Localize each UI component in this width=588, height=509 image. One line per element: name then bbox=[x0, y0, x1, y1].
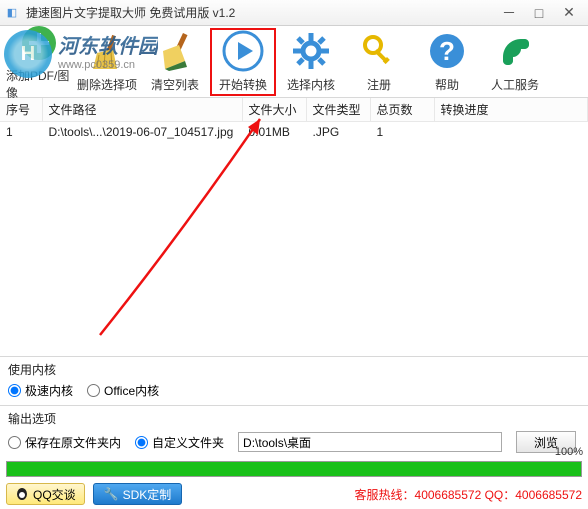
maximize-button[interactable]: □ bbox=[524, 3, 554, 23]
brush-icon bbox=[154, 30, 196, 72]
kernel-fast-radio[interactable] bbox=[8, 384, 21, 397]
kernel-options: 极速内核 Office内核 bbox=[0, 380, 588, 405]
start-convert-button[interactable]: 开始转换 bbox=[210, 28, 276, 96]
cell-path: D:\tools\...\2019-06-07_104517.jpg bbox=[42, 122, 242, 143]
minimize-button[interactable]: － bbox=[494, 3, 524, 23]
play-icon bbox=[222, 30, 264, 72]
cell-progress bbox=[434, 122, 588, 143]
col-size[interactable]: 文件大小 bbox=[242, 98, 306, 122]
clear-button[interactable]: 清空列表 bbox=[142, 28, 208, 96]
broom-icon bbox=[86, 30, 128, 72]
remove-button[interactable]: 删除选择项 bbox=[74, 28, 140, 96]
output-custom-radio[interactable] bbox=[135, 436, 148, 449]
help-button[interactable]: ? 帮助 bbox=[414, 28, 480, 96]
svg-text:?: ? bbox=[439, 36, 455, 66]
output-custom-option[interactable]: 自定义文件夹 bbox=[135, 434, 224, 451]
output-same-radio[interactable] bbox=[8, 436, 21, 449]
app-icon: ◧ bbox=[4, 5, 20, 21]
kernel-fast-option[interactable]: 极速内核 bbox=[8, 382, 73, 399]
add-label: 添加PDF/图像 bbox=[6, 67, 72, 101]
register-button[interactable]: 注册 bbox=[346, 28, 412, 96]
kernel-office-radio[interactable] bbox=[87, 384, 100, 397]
sdk-button[interactable]: 🔧 SDK定制 bbox=[93, 483, 183, 505]
service-button[interactable]: 人工服务 bbox=[482, 28, 548, 96]
start-label: 开始转换 bbox=[219, 76, 267, 93]
window-title: 捷速图片文字提取大师 免费试用版 v1.2 bbox=[26, 4, 494, 21]
col-path[interactable]: 文件路径 bbox=[42, 98, 242, 122]
output-path-input[interactable] bbox=[238, 432, 502, 452]
cell-seq: 1 bbox=[0, 122, 42, 143]
col-progress[interactable]: 转换进度 bbox=[434, 98, 588, 122]
service-label: 人工服务 bbox=[491, 76, 539, 93]
phone-icon bbox=[494, 30, 536, 72]
cell-type: .JPG bbox=[306, 122, 370, 143]
col-pages[interactable]: 总页数 bbox=[370, 98, 434, 122]
qq-icon bbox=[15, 487, 29, 501]
cell-pages: 1 bbox=[370, 122, 434, 143]
wrench-icon: 🔧 bbox=[104, 487, 119, 501]
table-row[interactable]: 1 D:\tools\...\2019-06-07_104517.jpg 0.0… bbox=[0, 122, 588, 143]
add-file-button[interactable]: 添加PDF/图像 bbox=[6, 28, 72, 96]
add-icon bbox=[18, 23, 60, 63]
kernel-office-option[interactable]: Office内核 bbox=[87, 382, 159, 399]
gear-icon bbox=[290, 30, 332, 72]
progress-percent: 100% bbox=[555, 446, 583, 458]
help-icon: ? bbox=[426, 30, 468, 72]
kernel-title: 使用内核 bbox=[0, 356, 588, 380]
select-core-button[interactable]: 选择内核 bbox=[278, 28, 344, 96]
clear-label: 清空列表 bbox=[151, 76, 199, 93]
file-table: 序号 文件路径 文件大小 文件类型 总页数 转换进度 1 D:\tools\..… bbox=[0, 98, 588, 142]
toolbar: 添加PDF/图像 删除选择项 清空列表 开始转换 选择内核 注册 ? 帮助 bbox=[0, 26, 588, 98]
core-label: 选择内核 bbox=[287, 76, 335, 93]
cell-size: 0.01MB bbox=[242, 122, 306, 143]
remove-label: 删除选择项 bbox=[77, 76, 137, 93]
qq-chat-button[interactable]: QQ交谈 bbox=[6, 483, 85, 505]
col-seq[interactable]: 序号 bbox=[0, 98, 42, 122]
output-same-option[interactable]: 保存在原文件夹内 bbox=[8, 434, 121, 451]
footer: QQ交谈 🔧 SDK定制 客服热线：4006685572 QQ：40066855… bbox=[0, 479, 588, 509]
file-table-wrap[interactable]: 序号 文件路径 文件大小 文件类型 总页数 转换进度 1 D:\tools\..… bbox=[0, 98, 588, 356]
register-label: 注册 bbox=[367, 76, 391, 93]
progress-bar: 100% bbox=[6, 461, 582, 477]
output-options: 保存在原文件夹内 自定义文件夹 浏览 bbox=[0, 429, 588, 459]
output-title: 输出选项 bbox=[0, 405, 588, 429]
close-button[interactable]: ✕ bbox=[554, 3, 584, 23]
titlebar: ◧ 捷速图片文字提取大师 免费试用版 v1.2 － □ ✕ bbox=[0, 0, 588, 26]
key-icon bbox=[358, 30, 400, 72]
col-type[interactable]: 文件类型 bbox=[306, 98, 370, 122]
help-label: 帮助 bbox=[435, 76, 459, 93]
